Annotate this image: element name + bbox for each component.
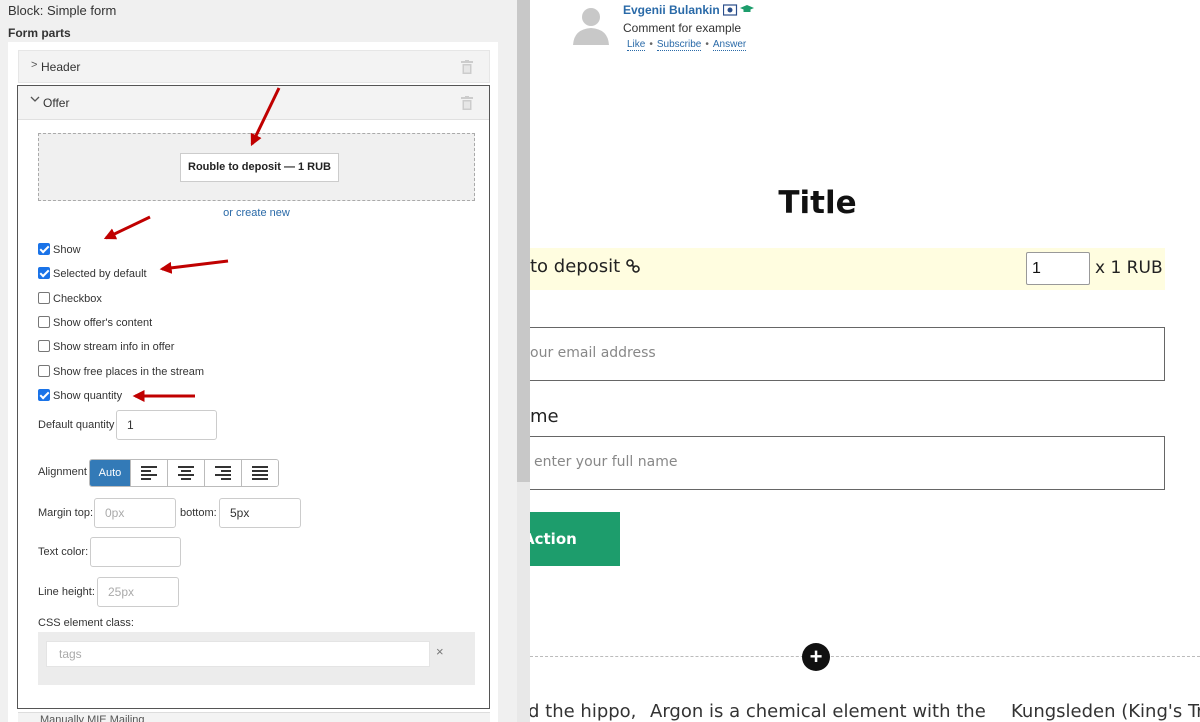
selected-by-default-checkbox[interactable] bbox=[38, 267, 50, 279]
offer-chip[interactable]: Rouble to deposit — 1 RUB bbox=[180, 153, 339, 182]
subscribe-link[interactable]: Subscribe bbox=[656, 39, 702, 51]
offer-row-text: to deposit bbox=[530, 256, 640, 277]
bottom-text-1: d the hippo, bbox=[530, 701, 637, 722]
text-color-input[interactable] bbox=[90, 537, 181, 567]
block-settings-panel: Block: Simple form Form parts > Header O… bbox=[0, 0, 530, 722]
part-header-label: Header bbox=[41, 60, 81, 74]
name-label: me bbox=[530, 406, 559, 427]
show-quantity-row[interactable]: Show quantity bbox=[38, 389, 122, 405]
show-free-places-checkbox[interactable] bbox=[38, 365, 50, 377]
chevron-down-icon bbox=[30, 96, 40, 102]
trash-icon[interactable] bbox=[461, 96, 473, 110]
link-icon[interactable] bbox=[626, 259, 640, 273]
quantity-price: x 1 RUB bbox=[1095, 258, 1163, 278]
trash-icon[interactable] bbox=[461, 60, 473, 74]
align-center-icon[interactable] bbox=[167, 460, 204, 486]
show-offer-content-row[interactable]: Show offer's content bbox=[38, 316, 152, 332]
css-class-tags-input[interactable]: tags bbox=[46, 641, 430, 667]
quantity-input[interactable]: 1 bbox=[1026, 252, 1090, 285]
line-height-label: Line height: bbox=[38, 586, 95, 598]
show-free-places-row[interactable]: Show free places in the stream bbox=[38, 365, 204, 381]
bottom-text-3: Kungsleden (King's Trail bbox=[1011, 701, 1200, 722]
margin-bottom-input[interactable]: 5px bbox=[219, 498, 301, 528]
show-checkbox-row[interactable]: Show bbox=[38, 243, 81, 259]
show-free-places-label: Show free places in the stream bbox=[53, 366, 205, 378]
checkbox-option-row[interactable]: Checkbox bbox=[38, 292, 102, 308]
bottom-text-2: Argon is a chemical element with the bbox=[650, 701, 986, 722]
show-stream-info-checkbox[interactable] bbox=[38, 340, 50, 352]
align-auto-button[interactable]: Auto bbox=[90, 460, 130, 486]
form-parts-heading: Form parts bbox=[8, 26, 71, 40]
show-quantity-checkbox[interactable] bbox=[38, 389, 50, 401]
action-button[interactable]: Action bbox=[530, 512, 620, 566]
avatar bbox=[573, 8, 609, 45]
part-offer: Offer Rouble to deposit — 1 RUB or creat… bbox=[17, 85, 490, 709]
block-title: Block: Simple form bbox=[8, 3, 117, 18]
name-field[interactable]: enter your full name bbox=[530, 436, 1165, 490]
part-header[interactable]: > Header bbox=[18, 50, 490, 83]
part-next[interactable]: Manually MIE Mailing bbox=[18, 712, 490, 722]
panel-scrollbar-thumb[interactable] bbox=[517, 0, 530, 482]
margin-bottom-label: bottom: bbox=[180, 507, 217, 519]
part-offer-header[interactable]: Offer bbox=[18, 86, 489, 120]
checkbox-option-label: Checkbox bbox=[53, 293, 102, 305]
show-checkbox[interactable] bbox=[38, 243, 50, 255]
default-quantity-label: Default quantity bbox=[38, 419, 115, 431]
line-height-input[interactable]: 25px bbox=[97, 577, 179, 607]
offer-dropzone[interactable]: Rouble to deposit — 1 RUB bbox=[38, 133, 475, 201]
create-new-offer-link[interactable]: or create new bbox=[18, 207, 495, 219]
block-divider bbox=[530, 656, 1200, 657]
comment-author-link[interactable]: Evgenii Bulankin bbox=[623, 3, 720, 17]
checkbox-option-checkbox[interactable] bbox=[38, 292, 50, 304]
show-stream-info-label: Show stream info in offer bbox=[53, 341, 175, 353]
alignment-button-group: Auto bbox=[89, 459, 279, 487]
margin-top-input[interactable]: 0px bbox=[94, 498, 176, 528]
show-quantity-label: Show quantity bbox=[53, 390, 123, 402]
form-preview: Evgenii Bulankin Comment for example Lik… bbox=[530, 0, 1200, 722]
align-left-icon[interactable] bbox=[130, 460, 167, 486]
alignment-label: Alignment bbox=[38, 466, 87, 478]
author-badge-icons bbox=[723, 4, 754, 16]
text-color-label: Text color: bbox=[38, 546, 89, 558]
form-title: Title bbox=[778, 185, 857, 221]
email-field[interactable]: our email address bbox=[530, 327, 1165, 381]
comment-text: Comment for example bbox=[623, 21, 742, 35]
selected-by-default-label: Selected by default bbox=[53, 268, 147, 280]
default-quantity-input[interactable]: 1 bbox=[116, 410, 217, 440]
answer-link[interactable]: Answer bbox=[712, 39, 747, 51]
align-right-icon[interactable] bbox=[204, 460, 241, 486]
align-justify-icon[interactable] bbox=[241, 460, 278, 486]
clear-tags-icon[interactable]: × bbox=[436, 644, 444, 659]
like-link[interactable]: Like bbox=[627, 39, 646, 51]
comment-actions: Like • Subscribe • Answer bbox=[627, 39, 747, 51]
css-class-tags-area: tags × bbox=[38, 632, 475, 685]
name-placeholder: enter your full name bbox=[534, 454, 678, 470]
selected-by-default-checkbox-row[interactable]: Selected by default bbox=[38, 267, 147, 283]
add-block-button[interactable]: + bbox=[802, 643, 830, 671]
show-offer-content-checkbox[interactable] bbox=[38, 316, 50, 328]
show-stream-info-row[interactable]: Show stream info in offer bbox=[38, 340, 174, 356]
email-placeholder: our email address bbox=[530, 345, 656, 361]
show-checkbox-label: Show bbox=[53, 244, 81, 256]
css-class-label: CSS element class: bbox=[38, 617, 134, 629]
show-offer-content-label: Show offer's content bbox=[53, 317, 153, 329]
chevron-right-icon: > bbox=[31, 59, 38, 71]
part-offer-label: Offer bbox=[43, 96, 70, 110]
offer-row: to deposit 1 x 1 RUB bbox=[530, 248, 1165, 290]
margin-top-label: Margin top: bbox=[38, 507, 94, 519]
